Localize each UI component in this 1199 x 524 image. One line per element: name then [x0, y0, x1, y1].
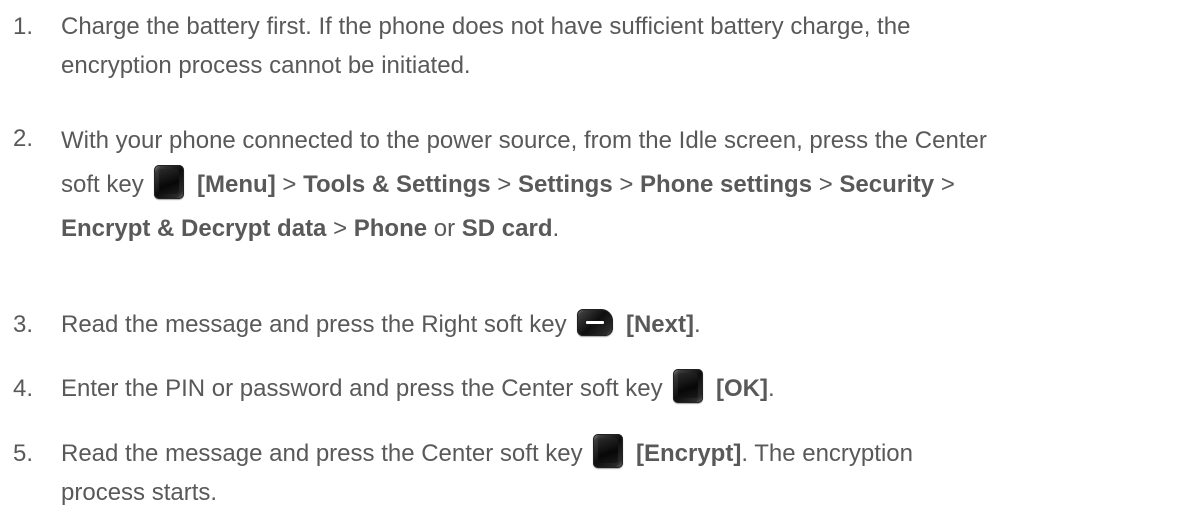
text-run: Read the message and press the Center so… [61, 440, 583, 467]
center-soft-key-icon [154, 165, 185, 199]
separator: > [619, 171, 634, 198]
path-item: SD card [461, 215, 553, 242]
key-label: [OK] [715, 375, 768, 402]
key-label: [Encrypt] [635, 440, 742, 467]
path-item: Phone settings [640, 171, 813, 198]
step-text: Read the message and press the Right sof… [61, 305, 1181, 344]
path-item: Phone [353, 215, 428, 242]
path-item: Tools & Settings [303, 171, 491, 198]
step-text: Read the message and press the Center so… [61, 434, 1181, 512]
step-line: Charge the battery first. If the phone d… [61, 13, 911, 40]
separator: > [497, 171, 512, 198]
separator: > [818, 171, 833, 198]
step-text: Charge the battery first. If the phone d… [61, 7, 1181, 85]
step-line: With your phone connected to the power s… [61, 127, 987, 154]
separator: > [940, 171, 955, 198]
path-item: Encrypt & Decrypt data [61, 215, 327, 242]
step-text: Enter the PIN or password and press the … [61, 369, 1181, 408]
separator: > [333, 215, 348, 242]
step-line: soft key [Menu] > Tools & Settings > Set… [61, 163, 1181, 207]
step-line: Encrypt & Decrypt data > Phone or SD car… [61, 207, 1181, 251]
step-number: 3. [13, 311, 34, 338]
step-number: 5. [13, 440, 34, 467]
key-label: [Next] [625, 311, 694, 338]
right-soft-key-icon [577, 309, 614, 336]
path-item: Security [839, 171, 935, 198]
text-run: . The encryption [741, 440, 913, 467]
text-run: or [433, 215, 456, 242]
text-run: . [767, 375, 775, 402]
step-line: Read the message and press the Center so… [61, 434, 1181, 473]
separator: > [282, 171, 297, 198]
text-run: . [552, 215, 560, 242]
text-run: Read the message and press the Right sof… [61, 311, 567, 338]
center-soft-key-icon [593, 434, 624, 468]
step-number: 2. [13, 125, 34, 152]
step-number: 4. [13, 375, 34, 402]
center-soft-key-icon [673, 369, 704, 403]
step-text: With your phone connected to the power s… [61, 119, 1181, 251]
text-run: soft key [61, 171, 144, 198]
step-line: encryption process cannot be initiated. [61, 52, 471, 79]
text-run: . [693, 311, 701, 338]
text-run: Enter the PIN or password and press the … [61, 375, 663, 402]
step-line: process starts. [61, 479, 218, 506]
step-number: 1. [13, 13, 34, 40]
path-item: Settings [517, 171, 613, 198]
menu-label: [Menu] [197, 171, 276, 198]
